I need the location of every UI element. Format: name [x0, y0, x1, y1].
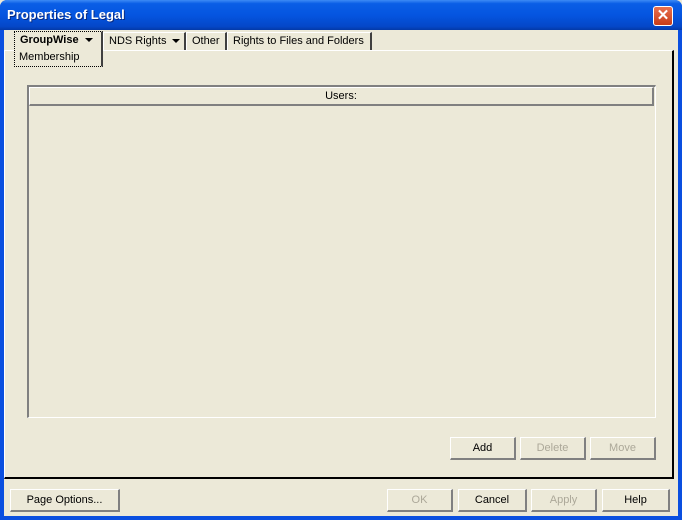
users-column-header[interactable]: Users:: [29, 87, 654, 106]
tab-label: GroupWise: [20, 34, 79, 46]
chevron-down-icon[interactable]: [172, 39, 181, 44]
help-button[interactable]: Help: [602, 489, 670, 512]
tab-label: NDS Rights: [109, 35, 167, 47]
tab-rights-to-files-and-folders[interactable]: Rights to Files and Folders: [227, 32, 372, 50]
title-bar[interactable]: Properties of Legal ✕: [0, 0, 682, 30]
delete-button[interactable]: Delete: [520, 437, 586, 460]
tab-label: Rights to Files and Folders: [233, 35, 364, 47]
tab-label: Other: [192, 35, 220, 47]
close-icon: ✕: [656, 7, 670, 24]
ok-button[interactable]: OK: [387, 489, 453, 512]
close-button[interactable]: ✕: [653, 6, 673, 26]
tab-subpage-membership[interactable]: Membership: [19, 51, 80, 63]
users-list[interactable]: Users:: [27, 85, 656, 418]
properties-dialog: Properties of Legal ✕ GroupWise Membersh…: [0, 0, 682, 520]
window-border-bottom: [0, 516, 682, 520]
cancel-button[interactable]: Cancel: [458, 489, 527, 512]
page-options-button[interactable]: Page Options...: [10, 489, 120, 512]
chevron-down-icon[interactable]: [84, 38, 93, 43]
dialog-client: GroupWise Membership NDS Rights Other Ri…: [4, 30, 678, 516]
tab-nds-rights[interactable]: NDS Rights: [103, 32, 186, 50]
window-title: Properties of Legal: [7, 7, 125, 22]
tab-panel: Users: Add Delete Move: [4, 50, 674, 479]
tab-groupwise[interactable]: GroupWise Membership: [14, 31, 103, 67]
window-border-right: [678, 30, 682, 520]
move-button[interactable]: Move: [590, 437, 656, 460]
add-button[interactable]: Add: [450, 437, 516, 460]
apply-button[interactable]: Apply: [531, 489, 597, 512]
tab-other[interactable]: Other: [186, 32, 227, 50]
